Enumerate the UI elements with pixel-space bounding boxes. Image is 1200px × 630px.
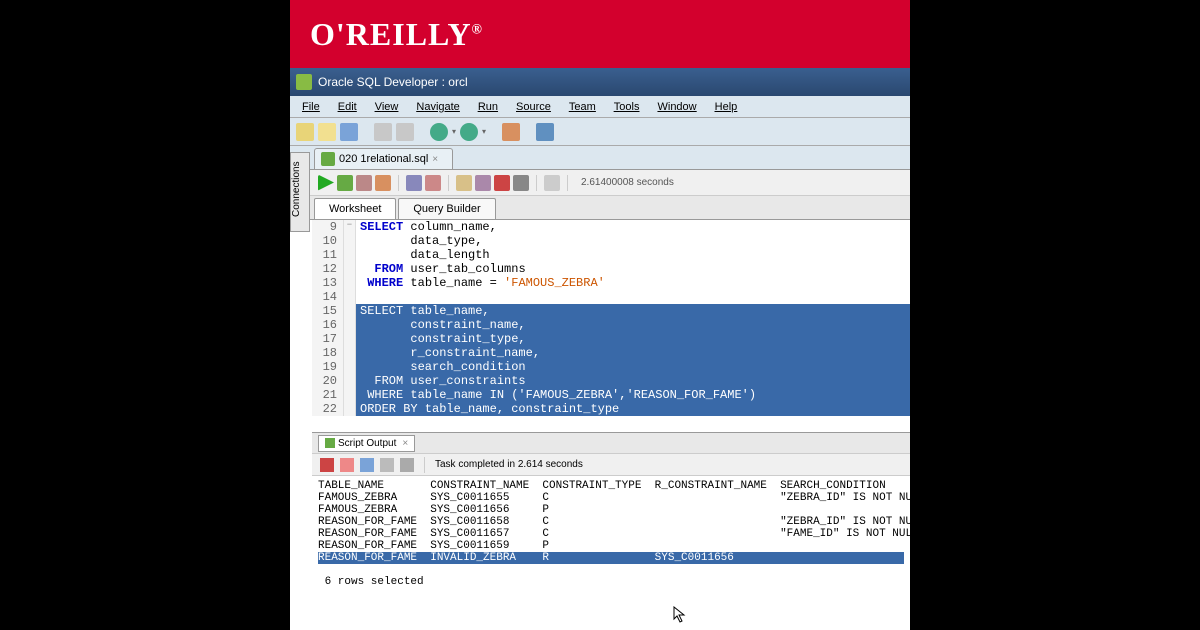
task-status: Task completed in 2.614 seconds bbox=[435, 459, 583, 470]
menu-tools[interactable]: Tools bbox=[606, 99, 648, 115]
menu-help[interactable]: Help bbox=[707, 99, 746, 115]
output-tab-label: Script Output bbox=[338, 438, 396, 449]
registered-mark: ® bbox=[472, 22, 483, 37]
output-toolbar: Task completed in 2.614 seconds bbox=[312, 454, 910, 476]
dropdown-icon[interactable]: ▾ bbox=[452, 127, 456, 136]
output-icon bbox=[325, 438, 335, 448]
save-icon[interactable] bbox=[340, 123, 358, 141]
logo-text: O'REILLY bbox=[310, 16, 472, 52]
editor-toolbar: 2.61400008 seconds bbox=[310, 170, 910, 196]
file-tab-active[interactable]: 020 1relational.sql × bbox=[314, 148, 453, 169]
main-toolbar: ▾ ▾ bbox=[290, 118, 910, 146]
code-line[interactable]: 21 WHERE table_name IN ('FAMOUS_ZEBRA','… bbox=[312, 388, 910, 402]
script-output-tab[interactable]: Script Output × bbox=[318, 435, 415, 452]
code-line[interactable]: 9−SELECT column_name, bbox=[312, 220, 910, 234]
tab-worksheet[interactable]: Worksheet bbox=[314, 198, 396, 219]
buffer-icon[interactable] bbox=[400, 458, 414, 472]
menu-view[interactable]: View bbox=[367, 99, 407, 115]
sql-file-icon bbox=[321, 152, 335, 166]
output-header-row: TABLE_NAME CONSTRAINT_NAME CONSTRAINT_TY… bbox=[318, 480, 904, 492]
file-tab-label: 020 1relational.sql bbox=[339, 153, 428, 165]
explain-icon[interactable] bbox=[375, 175, 391, 191]
print-icon[interactable] bbox=[380, 458, 394, 472]
script-output-body[interactable]: TABLE_NAME CONSTRAINT_NAME CONSTRAINT_TY… bbox=[312, 476, 910, 592]
code-editor[interactable]: 9−SELECT column_name,10 data_type,11 dat… bbox=[312, 220, 910, 432]
execution-time: 2.61400008 seconds bbox=[581, 177, 674, 188]
oreilly-logo: O'REILLY® bbox=[310, 16, 483, 53]
find-icon[interactable] bbox=[536, 123, 554, 141]
undo-icon[interactable] bbox=[374, 123, 392, 141]
commit-icon[interactable] bbox=[406, 175, 422, 191]
open-icon[interactable] bbox=[318, 123, 336, 141]
menu-file[interactable]: File bbox=[294, 99, 328, 115]
dropdown-icon[interactable]: ▾ bbox=[482, 127, 486, 136]
connections-tab[interactable]: Connections bbox=[290, 152, 310, 232]
code-line[interactable]: 20 FROM user_constraints bbox=[312, 374, 910, 388]
code-line[interactable]: 19 search_condition bbox=[312, 360, 910, 374]
menu-navigate[interactable]: Navigate bbox=[408, 99, 467, 115]
output-row[interactable]: REASON_FOR_FAME SYS_C0011657 C "FAME_ID"… bbox=[318, 528, 904, 540]
code-line[interactable]: 22ORDER BY table_name, constraint_type bbox=[312, 402, 910, 416]
code-line[interactable]: 18 r_constraint_name, bbox=[312, 346, 910, 360]
unshared-icon[interactable] bbox=[456, 175, 472, 191]
pin-icon[interactable] bbox=[320, 458, 334, 472]
mouse-cursor bbox=[673, 606, 687, 624]
menubar: File Edit View Navigate Run Source Team … bbox=[290, 96, 910, 118]
close-icon[interactable]: × bbox=[402, 438, 408, 449]
output-row[interactable]: REASON_FOR_FAME INVALID_ZEBRA R SYS_C001… bbox=[318, 552, 904, 564]
run-script-icon[interactable] bbox=[337, 175, 353, 191]
code-line[interactable]: 15SELECT table_name, bbox=[312, 304, 910, 318]
new-icon[interactable] bbox=[296, 123, 314, 141]
app-window: O'REILLY® Oracle SQL Developer : orcl Fi… bbox=[290, 0, 910, 630]
app-icon bbox=[296, 74, 312, 90]
window-titlebar: Oracle SQL Developer : orcl bbox=[290, 68, 910, 96]
output-panel-header: Script Output × bbox=[312, 432, 910, 454]
code-line[interactable]: 16 constraint_name, bbox=[312, 318, 910, 332]
close-icon[interactable]: × bbox=[432, 154, 442, 164]
menu-edit[interactable]: Edit bbox=[330, 99, 365, 115]
code-line[interactable]: 17 constraint_type, bbox=[312, 332, 910, 346]
code-line[interactable]: 13 WHERE table_name = 'FAMOUS_ZEBRA' bbox=[312, 276, 910, 290]
redo-icon[interactable] bbox=[396, 123, 414, 141]
code-line[interactable]: 12 FROM user_tab_columns bbox=[312, 262, 910, 276]
rollback-icon[interactable] bbox=[425, 175, 441, 191]
config-icon[interactable] bbox=[544, 175, 560, 191]
save-icon[interactable] bbox=[360, 458, 374, 472]
output-footer: 6 rows selected bbox=[318, 576, 904, 588]
output-row[interactable]: FAMOUS_ZEBRA SYS_C0011655 C "ZEBRA_ID" I… bbox=[318, 492, 904, 504]
output-row[interactable]: REASON_FOR_FAME SYS_C0011659 P bbox=[318, 540, 904, 552]
file-tabs: 📄 020 1relational.sql × bbox=[290, 146, 910, 170]
menu-team[interactable]: Team bbox=[561, 99, 604, 115]
sql-history-icon[interactable] bbox=[513, 175, 529, 191]
code-line[interactable]: 14 bbox=[312, 290, 910, 304]
clear-icon[interactable] bbox=[475, 175, 491, 191]
publisher-banner: O'REILLY® bbox=[290, 0, 910, 68]
menu-source[interactable]: Source bbox=[508, 99, 559, 115]
code-line[interactable]: 11 data_length bbox=[312, 248, 910, 262]
menu-run[interactable]: Run bbox=[470, 99, 506, 115]
code-line[interactable]: 10 data_type, bbox=[312, 234, 910, 248]
back-icon[interactable] bbox=[430, 123, 448, 141]
editor-sub-tabs: Worksheet Query Builder bbox=[310, 196, 910, 220]
output-row[interactable]: REASON_FOR_FAME SYS_C0011658 C "ZEBRA_ID… bbox=[318, 516, 904, 528]
menu-window[interactable]: Window bbox=[649, 99, 704, 115]
clear-icon[interactable] bbox=[340, 458, 354, 472]
window-title: Oracle SQL Developer : orcl bbox=[318, 75, 468, 89]
run-icon[interactable] bbox=[318, 175, 334, 191]
autotrace-icon[interactable] bbox=[356, 175, 372, 191]
tab-query-builder[interactable]: Query Builder bbox=[398, 198, 495, 219]
eraser-icon[interactable] bbox=[494, 175, 510, 191]
db-icon[interactable] bbox=[502, 123, 520, 141]
output-row[interactable]: FAMOUS_ZEBRA SYS_C0011656 P bbox=[318, 504, 904, 516]
forward-icon[interactable] bbox=[460, 123, 478, 141]
